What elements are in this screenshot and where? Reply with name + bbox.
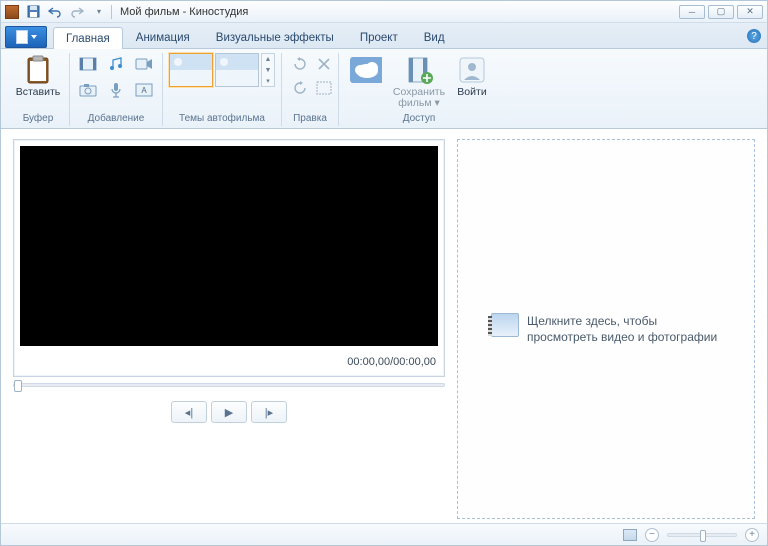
tab-view[interactable]: Вид <box>411 26 458 48</box>
user-icon <box>456 55 488 85</box>
tab-project[interactable]: Проект <box>347 26 411 48</box>
svg-text:A: A <box>141 86 147 95</box>
preview-pane: 00:00,00/00:00,00 ◂| ▶ |▸ <box>13 139 445 519</box>
paste-button[interactable]: Вставить <box>13 53 63 98</box>
group-add: A Добавление <box>70 53 163 126</box>
zoom-in-button[interactable]: + <box>745 528 759 542</box>
autotheme-thumb-2[interactable] <box>215 53 259 87</box>
group-edit: Правка <box>282 53 339 126</box>
save-movie-button[interactable]: Сохранитьфильм ▾ <box>391 53 447 109</box>
add-video-button[interactable] <box>76 53 100 75</box>
group-label-buffer: Буфер <box>23 112 54 126</box>
quick-access-toolbar: ▾ <box>5 4 107 20</box>
clipboard-icon <box>22 55 54 85</box>
group-label-add: Добавление <box>88 112 145 126</box>
transport-controls: ◂| ▶ |▸ <box>13 401 445 423</box>
group-access: Сохранитьфильм ▾ Войти Доступ <box>339 53 499 126</box>
tab-home[interactable]: Главная <box>53 27 123 49</box>
timeline-drop-area[interactable]: Щелкните здесь, чтобы просмотреть видео … <box>457 139 755 519</box>
add-snapshot-button[interactable] <box>76 79 100 101</box>
group-autothemes: ▲▼▾ Темы автофильма <box>163 53 282 126</box>
maximize-button[interactable]: ▢ <box>708 5 734 19</box>
autotheme-thumb-1[interactable] <box>169 53 213 87</box>
rotate-left-button[interactable] <box>288 53 312 75</box>
add-music-button[interactable] <box>104 53 128 75</box>
save-movie-label: Сохранитьфильм ▾ <box>393 87 445 109</box>
undo-icon[interactable] <box>47 4 63 20</box>
login-label: Войти <box>457 87 486 98</box>
group-buffer: Вставить Буфер <box>7 53 70 126</box>
help-icon[interactable]: ? <box>747 29 761 43</box>
qat-dropdown-icon[interactable]: ▾ <box>91 4 107 20</box>
zoom-out-button[interactable]: − <box>645 528 659 542</box>
app-icon <box>5 5 19 19</box>
group-label-edit: Правка <box>293 112 327 126</box>
minimize-button[interactable]: ─ <box>679 5 705 19</box>
zoom-slider[interactable] <box>667 533 737 537</box>
tab-effects[interactable]: Визуальные эффекты <box>203 26 347 48</box>
film-save-icon <box>403 55 435 85</box>
save-icon[interactable] <box>25 4 41 20</box>
playback-slider[interactable] <box>13 383 445 387</box>
status-bar: − + <box>1 523 767 545</box>
play-button[interactable]: ▶ <box>211 401 247 423</box>
select-all-button[interactable] <box>312 77 336 99</box>
media-icon <box>491 313 519 337</box>
group-label-access: Доступ <box>403 112 436 126</box>
file-menu-button[interactable] <box>5 26 47 48</box>
view-mode-icon[interactable] <box>623 529 637 541</box>
add-title-button[interactable]: A <box>132 79 156 101</box>
title-bar: ▾ Мой фильм - Киностудия ─ ▢ ✕ <box>1 1 767 23</box>
add-narration-button[interactable] <box>104 79 128 101</box>
ribbon: Вставить Буфер A Добавление <box>1 49 767 129</box>
ribbon-tabs: Главная Анимация Визуальные эффекты Прое… <box>1 23 767 49</box>
timecode: 00:00,00/00:00,00 <box>20 346 438 372</box>
preview-frame: 00:00,00/00:00,00 <box>13 139 445 377</box>
divider <box>111 5 112 19</box>
redo-icon[interactable] <box>69 4 85 20</box>
autotheme-scroll[interactable]: ▲▼▾ <box>261 53 275 87</box>
content-area: 00:00,00/00:00,00 ◂| ▶ |▸ Щелкните здесь… <box>1 129 767 523</box>
chevron-down-icon <box>31 35 37 39</box>
cloud-icon <box>350 55 382 85</box>
add-webcam-button[interactable] <box>132 53 156 75</box>
window-title: Мой фильм - Киностудия <box>120 6 248 18</box>
group-label-autothemes: Темы автофильма <box>179 112 265 126</box>
login-button[interactable]: Войти <box>451 53 493 98</box>
close-button[interactable]: ✕ <box>737 5 763 19</box>
file-icon <box>16 30 28 44</box>
tab-animation[interactable]: Анимация <box>123 26 203 48</box>
drop-hint-text: Щелкните здесь, чтобы просмотреть видео … <box>527 313 721 345</box>
share-cloud-button[interactable] <box>345 53 387 85</box>
prev-frame-button[interactable]: ◂| <box>171 401 207 423</box>
app-window: ▾ Мой фильм - Киностудия ─ ▢ ✕ Главная А… <box>0 0 768 546</box>
next-frame-button[interactable]: |▸ <box>251 401 287 423</box>
video-preview <box>20 146 438 346</box>
rotate-right-button[interactable] <box>288 77 312 99</box>
paste-label: Вставить <box>16 87 61 98</box>
delete-button[interactable] <box>312 53 336 75</box>
